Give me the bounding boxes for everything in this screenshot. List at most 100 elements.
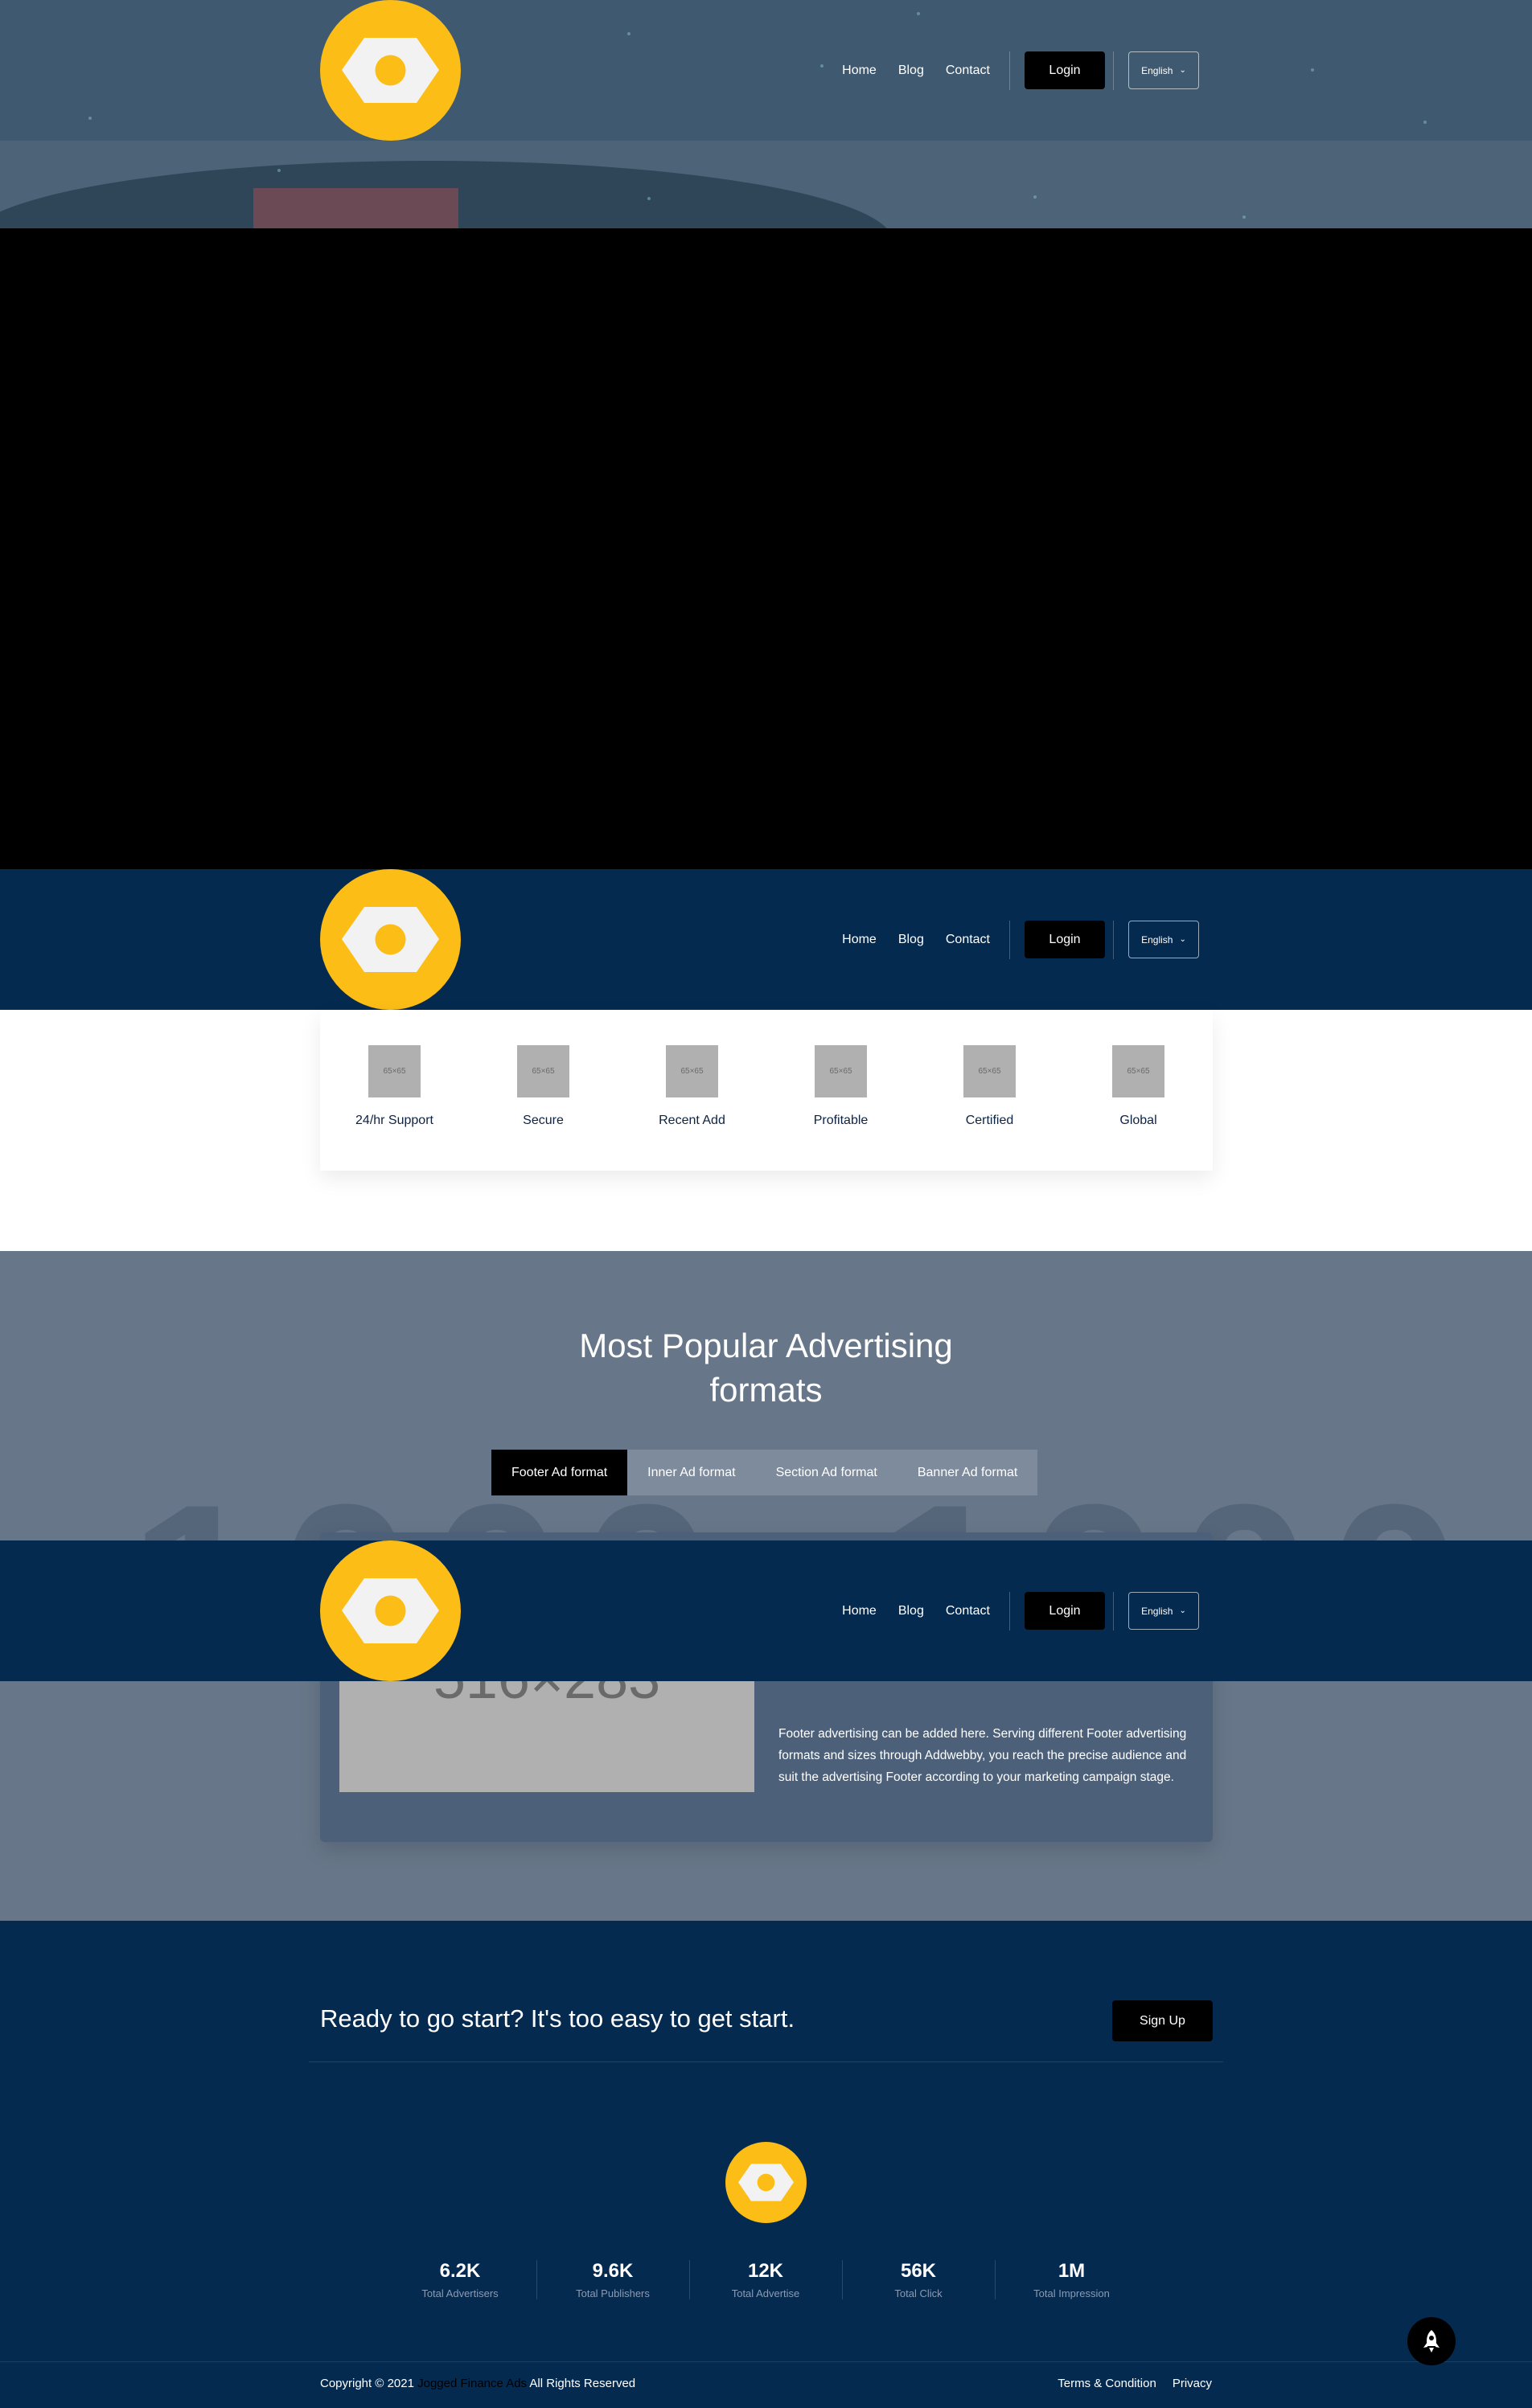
- sticky-header: Home Blog Contact Login English ⌄: [0, 869, 1532, 1010]
- particle: [647, 197, 651, 200]
- feature-label: Profitable: [813, 1114, 869, 1127]
- stat-label: Total Click: [894, 2287, 943, 2299]
- stat-item: 56K Total Click: [843, 2260, 996, 2299]
- eye-logo-icon[interactable]: [320, 869, 461, 1010]
- feature-label: Secure: [523, 1114, 564, 1127]
- nav-contact[interactable]: Contact: [946, 64, 990, 78]
- footer-links: Terms & Condition Privacy: [1041, 2377, 1212, 2390]
- tab-banner-ad[interactable]: Banner Ad format: [897, 1450, 1038, 1495]
- language-select[interactable]: English ⌄: [1128, 51, 1199, 89]
- language-select[interactable]: English ⌄: [1128, 1592, 1199, 1630]
- main-nav: Home Blog Contact Login English ⌄: [820, 0, 1199, 141]
- signup-button[interactable]: Sign Up: [1112, 2000, 1213, 2041]
- particle: [1242, 215, 1246, 219]
- particle: [1033, 195, 1037, 199]
- particle: [277, 169, 281, 172]
- terms-link[interactable]: Terms & Condition: [1058, 2377, 1156, 2390]
- hero-poster: [253, 188, 458, 228]
- eye-logo-icon[interactable]: [320, 0, 461, 141]
- main-nav: Home Blog Contact Login English ⌄: [820, 1540, 1199, 1681]
- eye-logo-icon[interactable]: [725, 2142, 807, 2223]
- stat-value: 6.2K: [439, 2260, 481, 2282]
- features-card: 65×65 24/hr Support 65×65 Secure 65×65 Rece…: [320, 1010, 1213, 1171]
- feature-image: 65×65: [666, 1045, 718, 1097]
- copyright: Copyright © 2021 Jogged Finance Ads All …: [320, 2377, 635, 2390]
- nav-blog[interactable]: Blog: [898, 64, 924, 78]
- nav-home[interactable]: Home: [842, 64, 877, 78]
- tab-footer-ad[interactable]: Footer Ad format: [491, 1450, 628, 1495]
- feature-item: 65×65 Global: [1090, 1045, 1187, 1171]
- nav-divider: [1113, 920, 1114, 959]
- features-section: 65×65 24/hr Support 65×65 Secure 65×65 Rece…: [0, 1010, 1532, 1251]
- brand-link[interactable]: Jogged Finance Ads: [417, 2377, 527, 2390]
- feature-image: 65×65: [1112, 1045, 1164, 1097]
- stat-item: 12K Total Advertise: [690, 2260, 843, 2299]
- copyright-prefix: Copyright © 2021: [320, 2377, 414, 2390]
- feature-image: 65×65: [368, 1045, 421, 1097]
- section-title-line2: formats: [709, 1371, 823, 1409]
- rocket-icon: [1423, 2330, 1440, 2353]
- back-to-top-button[interactable]: [1407, 2317, 1456, 2365]
- tab-section-ad[interactable]: Section Ad format: [756, 1450, 897, 1495]
- feature-label: Certified: [965, 1114, 1014, 1127]
- nav-divider: [1009, 51, 1010, 90]
- section-title-line1: Most Popular Advertising: [579, 1327, 953, 1364]
- nav-home[interactable]: Home: [842, 933, 877, 947]
- feature-image: 65×65: [815, 1045, 867, 1097]
- nav-divider: [1113, 51, 1114, 90]
- login-button[interactable]: Login: [1025, 1592, 1105, 1630]
- stat-item: 9.6K Total Publishers: [537, 2260, 690, 2299]
- feature-image: 65×65: [517, 1045, 569, 1097]
- feature-label: 24/hr Support: [355, 1114, 433, 1127]
- stat-value: 1M: [1058, 2260, 1086, 2282]
- chevron-down-icon: ⌄: [1179, 1606, 1186, 1615]
- nav-divider: [1009, 920, 1010, 959]
- nav-blog[interactable]: Blog: [898, 1604, 924, 1618]
- feature-item: 65×65 24/hr Support: [347, 1045, 443, 1171]
- login-button[interactable]: Login: [1025, 921, 1105, 958]
- chevron-down-icon: ⌄: [1179, 66, 1186, 75]
- feature-label: Global: [1119, 1114, 1157, 1127]
- stat-label: Total Publishers: [576, 2287, 650, 2299]
- stats-row: 6.2K Total Advertisers 9.6K Total Publishe…: [0, 2260, 1532, 2299]
- video-area: [0, 228, 1532, 869]
- chevron-down-icon: ⌄: [1179, 935, 1186, 944]
- stat-label: Total Advertise: [731, 2287, 800, 2299]
- site-header: Home Blog Contact Login English ⌄: [0, 0, 1532, 141]
- language-select[interactable]: English ⌄: [1128, 921, 1199, 958]
- eye-logo-icon[interactable]: [320, 1540, 461, 1681]
- nav-home[interactable]: Home: [842, 1604, 877, 1618]
- cta-title: Ready to go start? It's too easy to get …: [320, 2004, 795, 2033]
- feature-item: 65×65 Certified: [942, 1045, 1038, 1171]
- divider: [0, 2361, 1532, 2362]
- privacy-link[interactable]: Privacy: [1173, 2377, 1212, 2390]
- divider: [309, 2061, 1223, 2062]
- nav-contact[interactable]: Contact: [946, 933, 990, 947]
- nav-contact[interactable]: Contact: [946, 1604, 990, 1618]
- feature-image: 65×65: [963, 1045, 1016, 1097]
- login-button[interactable]: Login: [1025, 51, 1105, 89]
- stat-item: 1M Total Impression: [996, 2260, 1148, 2299]
- feature-item: 65×65 Profitable: [793, 1045, 889, 1171]
- feature-item: 65×65 Recent Add: [644, 1045, 741, 1171]
- tab-inner-ad[interactable]: Inner Ad format: [627, 1450, 755, 1495]
- site-footer: Ready to go start? It's too easy to get …: [0, 1921, 1532, 2408]
- stat-value: 12K: [747, 2260, 784, 2282]
- feature-item: 65×65 Secure: [495, 1045, 592, 1171]
- language-value: English: [1141, 1605, 1173, 1617]
- stat-value: 56K: [900, 2260, 937, 2282]
- language-value: English: [1141, 64, 1173, 76]
- feature-label: Recent Add: [659, 1114, 725, 1127]
- language-value: English: [1141, 933, 1173, 946]
- nav-divider: [1009, 1591, 1010, 1631]
- main-nav: Home Blog Contact Login English ⌄: [820, 869, 1199, 1010]
- stat-item: 6.2K Total Advertisers: [384, 2260, 537, 2299]
- section-title: Most Popular Advertising formats: [0, 1323, 1532, 1412]
- sticky-header: Home Blog Contact Login English ⌄: [0, 1540, 1532, 1681]
- format-description: Footer advertising can be added here. Se…: [778, 1727, 1187, 1784]
- copyright-suffix: All Rights Reserved: [529, 2377, 636, 2390]
- format-tabs: Footer Ad format Inner Ad format Section…: [491, 1450, 1038, 1495]
- stat-label: Total Advertisers: [421, 2287, 499, 2299]
- stat-label: Total Impression: [1033, 2287, 1110, 2299]
- nav-blog[interactable]: Blog: [898, 933, 924, 947]
